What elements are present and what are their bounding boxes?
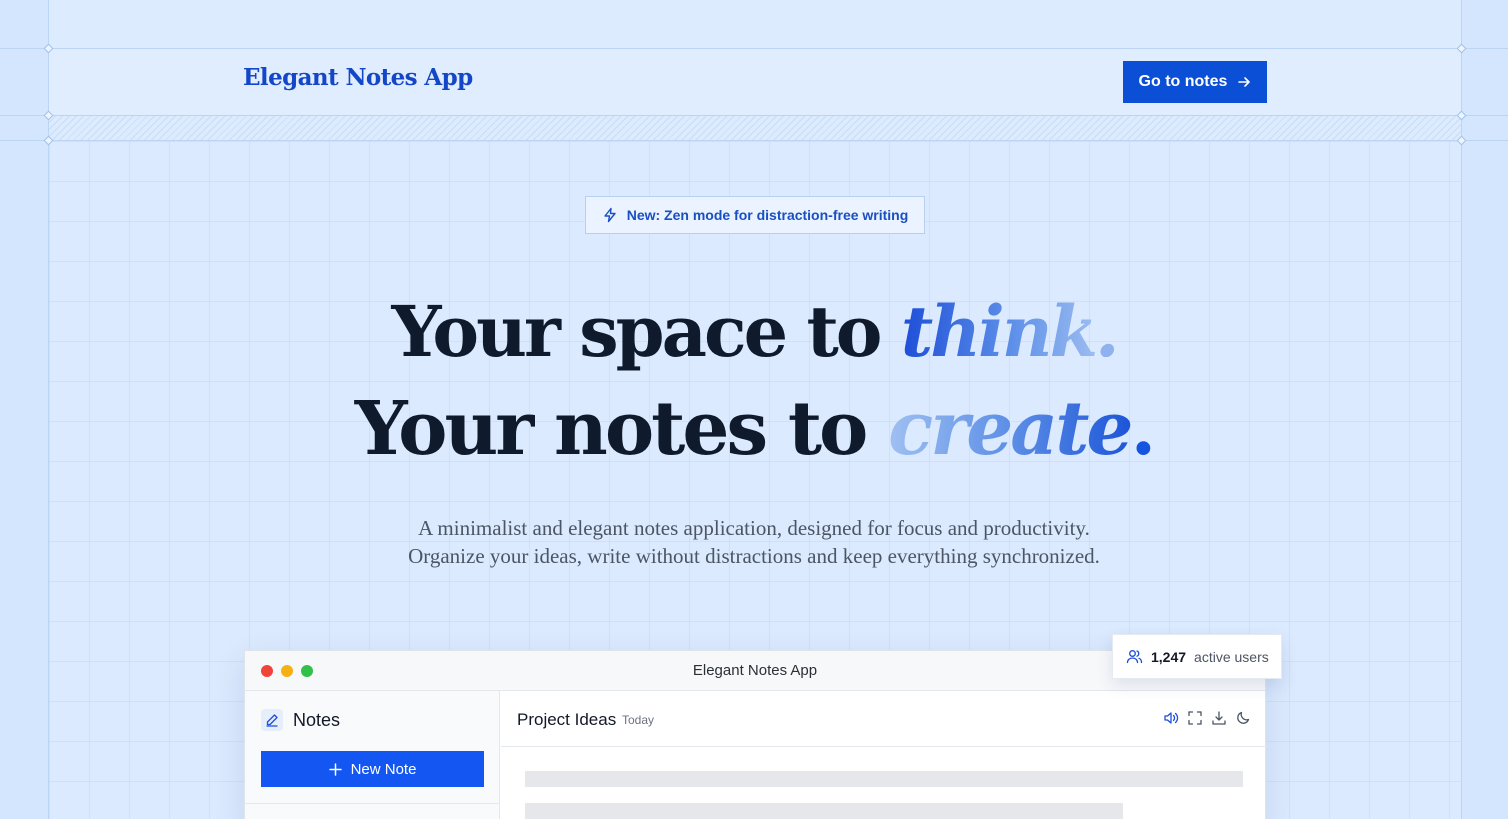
pen-icon [261, 709, 283, 731]
guide-line [0, 140, 1508, 141]
hero-dot: . [1130, 386, 1157, 472]
arrow-right-icon [1238, 77, 1251, 87]
active-users-label: active users [1194, 648, 1269, 665]
document-title[interactable]: Project Ideas [517, 710, 616, 730]
hero-dot: . [1095, 290, 1119, 373]
go-to-notes-button[interactable]: Go to notes [1123, 61, 1267, 103]
hero-text: Your space to [391, 290, 901, 373]
hero-accent-think: think [900, 290, 1098, 373]
announcement-badge[interactable]: New: Zen mode for distraction-free writi… [585, 196, 925, 234]
fullscreen-icon[interactable] [1187, 710, 1203, 726]
volume-icon[interactable] [1163, 710, 1179, 726]
hero-accent-create: create [888, 386, 1133, 472]
users-icon [1126, 650, 1143, 664]
hero-heading-line-2: Your notes to create. [0, 386, 1508, 472]
editor-toolbar [1163, 710, 1251, 726]
download-icon[interactable] [1211, 710, 1227, 726]
app-logo[interactable]: Elegant Notes App [243, 64, 473, 91]
document-date: Today [622, 713, 655, 727]
editor-header: Project Ideas Today [501, 691, 1267, 747]
sidebar-heading-label: Notes [293, 709, 341, 730]
hatched-divider [49, 116, 1461, 140]
hero-heading-line-1: Your space to think. [0, 290, 1508, 373]
moon-icon[interactable] [1235, 710, 1251, 726]
hero-subtitle-line-2: Organize your ideas, write without distr… [408, 544, 1100, 568]
sidebar-heading: Notes [261, 709, 340, 731]
plus-icon [328, 762, 342, 776]
content-placeholder [525, 803, 1123, 819]
divider [245, 803, 500, 804]
content-placeholder [525, 771, 1243, 787]
badge-text: New: Zen mode for distraction-free writi… [626, 207, 909, 223]
notes-sidebar: Notes New Note [245, 691, 500, 819]
go-to-notes-label: Go to notes [1138, 73, 1228, 90]
new-note-button[interactable]: New Note [261, 751, 484, 787]
active-users-count: 1,247 [1151, 648, 1187, 665]
guide-line [0, 115, 1508, 116]
guide-line [0, 48, 1508, 49]
hero-subtitle-line-1: A minimalist and elegant notes applicati… [418, 516, 1090, 540]
active-users-card: 1,247 active users [1112, 634, 1282, 679]
hero-text: Your notes to [354, 386, 889, 472]
lightning-icon [604, 207, 616, 223]
new-note-label: New Note [350, 760, 417, 778]
